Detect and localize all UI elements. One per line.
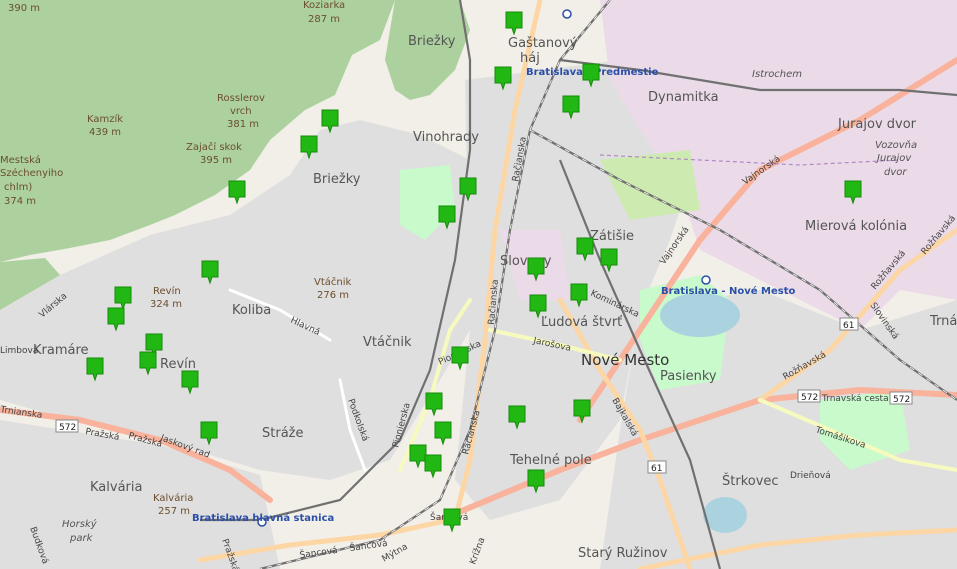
- place-label: Vinohrady: [413, 130, 479, 145]
- place-label: Briežky: [313, 172, 361, 187]
- place-label: Gaštanový: [508, 36, 578, 51]
- place-label: háj: [520, 51, 540, 66]
- street-label: Drieňová: [790, 470, 831, 481]
- peak-label: 276 m: [317, 290, 349, 301]
- peak-label: 324 m: [150, 299, 182, 310]
- peak-label: 395 m: [200, 155, 232, 166]
- peak-label: Széchenyiho: [0, 167, 63, 179]
- peak-label: Kalvária: [153, 492, 193, 504]
- place-label: Stráže: [262, 426, 303, 441]
- place-label: Horský: [62, 518, 98, 530]
- peak-label: 381 m: [227, 119, 259, 130]
- place-label: Kalvária: [90, 480, 142, 495]
- peak-label: 390 m: [8, 3, 40, 14]
- place-label: Ľudová štvrť: [541, 315, 622, 330]
- road-ref-label: 572: [59, 423, 76, 433]
- road-ref-label: 572: [893, 395, 910, 405]
- peak-label: 374 m: [4, 196, 36, 207]
- place-label: Trná: [929, 314, 957, 329]
- road-ref-label: 61: [651, 464, 662, 474]
- street-label: Trnavská cesta: [821, 394, 889, 404]
- road-ref-label: 572: [801, 393, 818, 403]
- place-label: Jurajov: [875, 153, 912, 164]
- station-icon: [562, 9, 572, 19]
- street-label: Limbová: [0, 346, 38, 356]
- place-label: Revín: [160, 357, 196, 372]
- peak-label: Zajačí skok: [186, 141, 242, 153]
- place-label: Vozovňa: [875, 139, 917, 151]
- road-ref-label: 61: [843, 321, 854, 331]
- place-label: Štrkovec: [722, 473, 779, 489]
- place-label: dvor: [884, 167, 907, 178]
- place-label: Tehelné pole: [509, 453, 592, 468]
- map-canvas[interactable]: Briežky Gaštanový háj Istrochem Dynamitk…: [0, 0, 957, 569]
- lake-kuchajda: [660, 293, 740, 337]
- peak-label: vrch: [230, 106, 252, 117]
- place-label: Pasienky: [660, 369, 717, 384]
- place-label: Istrochem: [752, 69, 802, 80]
- peak-label: 439 m: [89, 127, 121, 138]
- place-label: Mierová kolónia: [805, 219, 907, 234]
- place-label: Jurajov dvor: [837, 117, 917, 132]
- peak-label: chlm): [4, 182, 32, 193]
- place-label: Zátišie: [590, 229, 634, 244]
- peak-label: Kamzík: [87, 113, 123, 125]
- peak-label: Koziarka: [303, 0, 345, 11]
- station-icon: [701, 275, 711, 285]
- peak-label: Rosslerov: [217, 93, 265, 104]
- place-label: park: [69, 533, 94, 544]
- peak-label: 287 m: [308, 14, 340, 25]
- place-label: Kramáre: [33, 343, 89, 358]
- peak-label: Vtáčnik: [314, 276, 352, 288]
- place-label: Dynamitka: [648, 90, 719, 105]
- peak-label: 257 m: [158, 506, 190, 517]
- station-label[interactable]: Bratislava - Nové Mesto: [661, 285, 796, 297]
- place-label: Briežky: [408, 34, 456, 49]
- peak-label: Mestská: [0, 154, 41, 166]
- place-label: Koliba: [232, 303, 271, 318]
- station-label[interactable]: Bratislava hlavná stanica: [192, 512, 334, 524]
- place-label: Nové Mesto: [581, 351, 669, 369]
- place-label: Vtáčnik: [363, 335, 412, 350]
- peak-label: Revín: [153, 285, 181, 297]
- place-label: Starý Ružinov: [578, 546, 668, 561]
